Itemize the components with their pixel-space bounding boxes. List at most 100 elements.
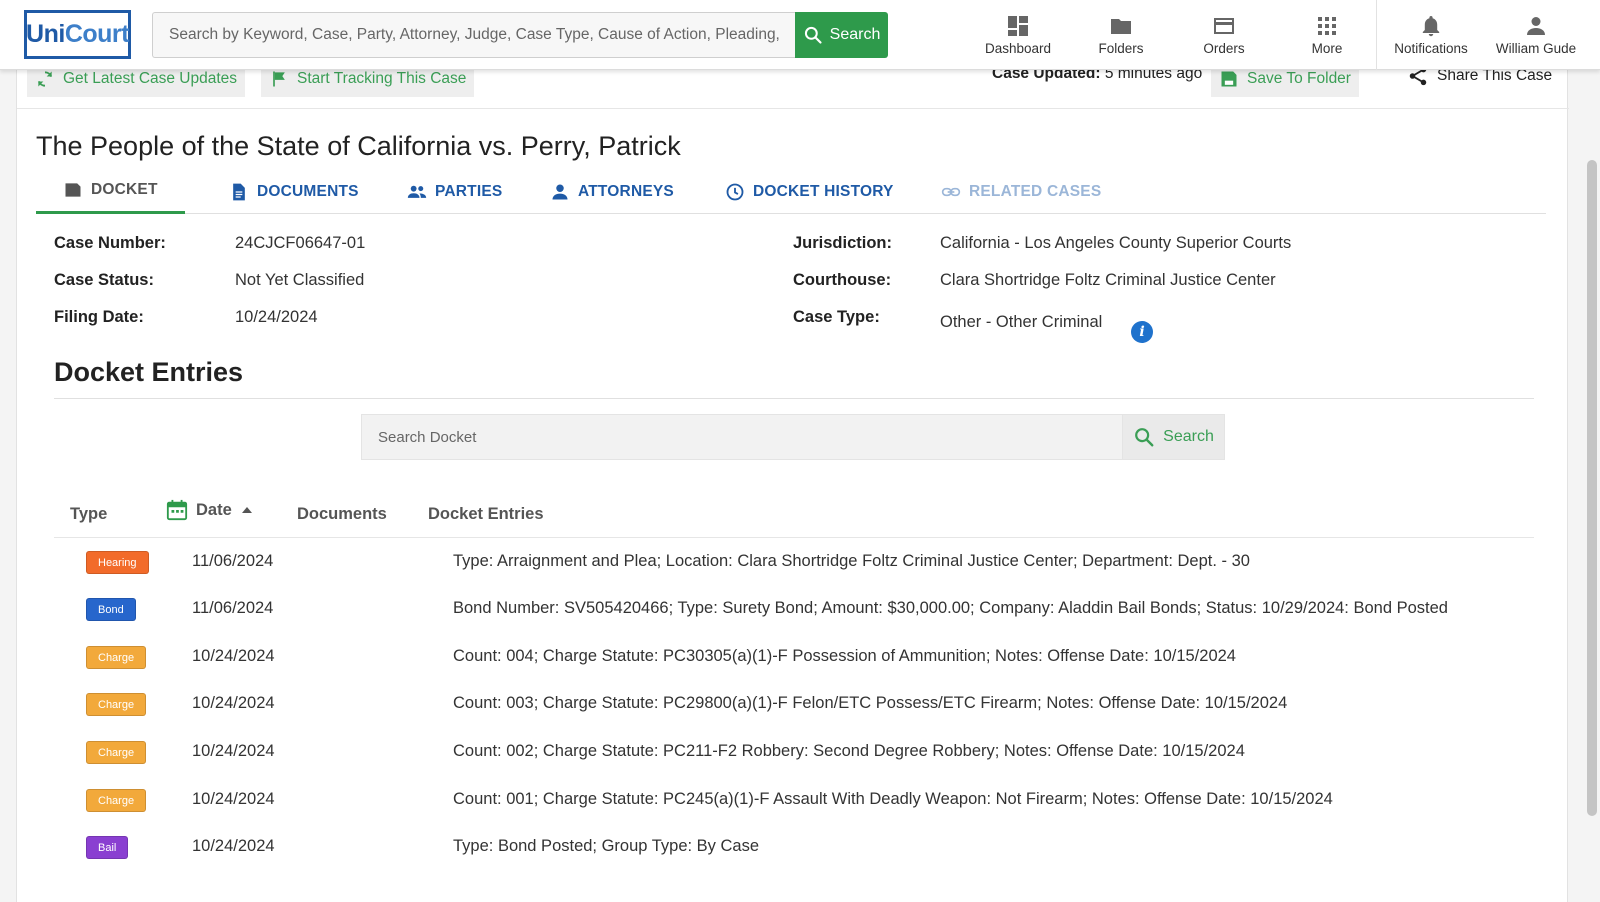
courthouse-value: Clara Shortridge Foltz Criminal Justice … [940, 271, 1276, 289]
row-date: 10/24/2024 [192, 837, 275, 855]
nav-divider [1376, 0, 1377, 70]
search-icon [804, 26, 822, 44]
tab-parties-label: PARTIES [435, 182, 503, 200]
table-row[interactable]: Charge 10/24/2024 Count: 002; Charge Sta… [54, 729, 1534, 777]
nav-more-label: More [1311, 41, 1343, 56]
refresh-icon [37, 71, 53, 87]
logo-text-part2: Court [64, 20, 130, 48]
get-latest-updates-label: Get Latest Case Updates [63, 70, 238, 87]
docket-search-button[interactable]: Search [1123, 414, 1225, 460]
column-header-documents[interactable]: Documents [297, 505, 387, 524]
page-scrollbar-thumb[interactable] [1587, 160, 1597, 816]
sort-ascending-icon[interactable] [240, 503, 254, 517]
tab-parties[interactable]: PARTIES [407, 169, 502, 214]
row-date: 11/06/2024 [192, 552, 274, 570]
row-date: 10/24/2024 [192, 694, 275, 712]
nav-notifications-label: Notifications [1394, 41, 1468, 56]
column-header-type-label: Type [70, 505, 108, 523]
tab-related-cases-label: RELATED CASES [969, 182, 1102, 200]
case-card: Get Latest Case Updates Start Tracking T… [16, 56, 1569, 902]
docket-search-input[interactable] [361, 414, 1123, 460]
row-entry: Type: Bond Posted; Group Type: By Case [453, 837, 760, 855]
column-header-docket-entries[interactable]: Docket Entries [428, 505, 544, 524]
global-search-input[interactable] [152, 12, 795, 58]
tab-attorneys[interactable]: ATTORNEYS [550, 169, 674, 214]
clock-icon [726, 183, 744, 200]
table-row[interactable]: Bail 10/24/2024 Type: Bond Posted; Group… [54, 824, 1534, 872]
case-number-value: 24CJCF06647-01 [235, 234, 366, 252]
save-to-folder-label: Save To Folder [1247, 70, 1351, 87]
folder-save-icon [1221, 71, 1237, 87]
grid-icon [1318, 17, 1336, 35]
filing-date-label: Filing Date: [54, 308, 144, 326]
type-badge-charge: Charge [86, 741, 147, 764]
type-badge-charge: Charge [86, 693, 147, 716]
case-type-value: Other - Other Criminal [940, 313, 1103, 331]
row-date: 10/24/2024 [192, 790, 275, 808]
info-icon[interactable]: i [1131, 321, 1153, 343]
courthouse-label: Courthouse: [793, 271, 892, 289]
nav-dashboard-label: Dashboard [984, 41, 1052, 56]
tab-documents-label: DOCUMENTS [257, 182, 359, 200]
section-divider [54, 398, 1534, 399]
type-badge-bond: Bond [86, 598, 136, 621]
column-header-docket-entries-label: Docket Entries [428, 505, 544, 523]
case-title: The People of the State of California vs… [36, 131, 681, 161]
case-type-label: Case Type: [793, 308, 880, 326]
table-row[interactable]: Bond 11/06/2024 Bond Number: SV505420466… [54, 586, 1534, 634]
unicourt-logo[interactable]: Uni Court [24, 10, 131, 59]
table-row[interactable]: Charge 10/24/2024 Count: 004; Charge Sta… [54, 634, 1534, 682]
tab-documents[interactable]: DOCUMENTS [229, 169, 359, 214]
nav-notifications[interactable]: Notifications [1383, 0, 1479, 70]
bell-icon [1422, 16, 1440, 37]
column-header-date-label: Date [196, 500, 232, 519]
docket-search-button-label: Search [1163, 428, 1214, 445]
tab-docket-history-label: DOCKET HISTORY [753, 182, 894, 200]
row-entry: Type: Arraignment and Plea; Location: Cl… [453, 552, 1250, 570]
tab-docket-history[interactable]: DOCKET HISTORY [725, 169, 894, 214]
nav-more[interactable]: More [1287, 0, 1367, 70]
user-icon [1527, 17, 1545, 35]
start-tracking-label: Start Tracking This Case [297, 70, 467, 87]
calendar-icon [166, 499, 188, 521]
nav-user-label: William Gude [1495, 41, 1577, 56]
row-date: 10/24/2024 [192, 742, 275, 760]
tab-docket[interactable]: DOCKET [36, 169, 185, 214]
type-badge-charge: Charge [86, 789, 147, 812]
tab-docket-label: DOCKET [91, 181, 158, 198]
nav-orders[interactable]: Orders [1184, 0, 1264, 70]
global-search-button[interactable]: Search [795, 12, 888, 58]
link-icon [941, 187, 961, 196]
column-header-type[interactable]: Type [70, 505, 107, 524]
table-row[interactable]: Charge 10/24/2024 Count: 003; Charge Sta… [54, 681, 1534, 729]
tab-related-cases[interactable]: RELATED CASES [941, 169, 1101, 214]
docket-icon [65, 183, 81, 197]
case-tabs: DOCKET DOCUMENTS PARTIES ATTORNEYS DOCKE… [36, 169, 1546, 214]
type-badge-bail: Bail [86, 836, 129, 859]
row-date: 10/24/2024 [192, 647, 275, 665]
table-row[interactable]: Hearing 11/06/2024 Type: Arraignment and… [54, 539, 1534, 587]
type-badge-charge: Charge [86, 646, 147, 669]
row-entry: Bond Number: SV505420466; Type: Surety B… [453, 599, 1448, 617]
case-status-label: Case Status: [54, 271, 154, 289]
person-icon [552, 184, 568, 199]
case-status-value: Not Yet Classified [235, 271, 365, 289]
flag-icon [273, 71, 285, 87]
column-header-date[interactable]: Date [166, 498, 254, 522]
nav-dashboard[interactable]: Dashboard [978, 0, 1058, 70]
jurisdiction-label: Jurisdiction: [793, 234, 893, 252]
people-icon [407, 185, 427, 198]
row-entry: Count: 003; Charge Statute: PC29800(a)(1… [453, 694, 1288, 712]
type-badge-hearing: Hearing [86, 551, 149, 574]
case-number-label: Case Number: [54, 234, 166, 252]
row-date: 11/06/2024 [192, 599, 274, 617]
nav-folders[interactable]: Folders [1081, 0, 1161, 70]
nav-user-profile[interactable]: William Gude [1488, 0, 1584, 70]
row-entry: Count: 004; Charge Statute: PC30305(a)(1… [453, 647, 1236, 665]
global-search-button-label: Search [829, 26, 881, 43]
card-icon [1214, 18, 1234, 34]
top-header: UniCourt Search Dashboard Folders Orders… [0, 0, 1600, 70]
nav-folders-label: Folders [1098, 41, 1144, 56]
nav-orders-label: Orders [1203, 41, 1245, 56]
table-row[interactable]: Charge 10/24/2024 Count: 001; Charge Sta… [54, 777, 1534, 825]
